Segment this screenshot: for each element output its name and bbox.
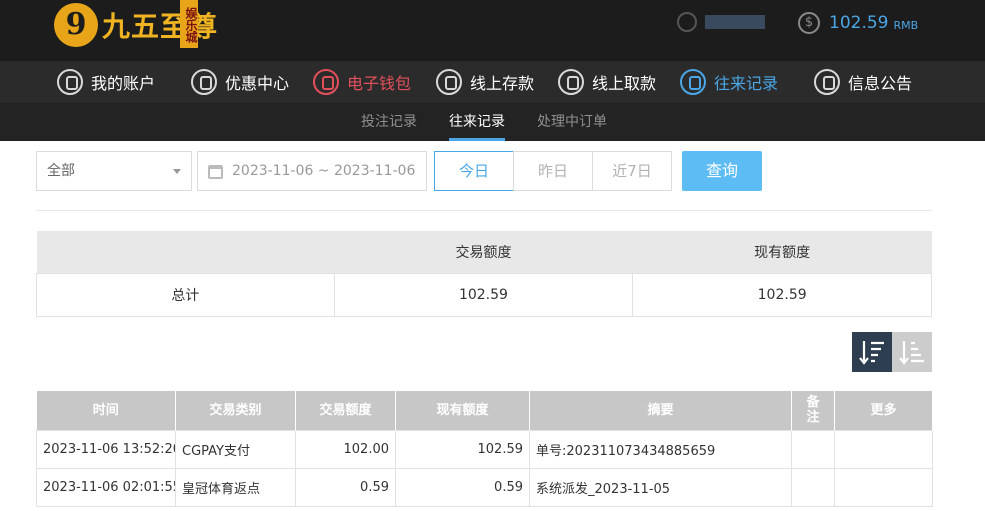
nav-announcements[interactable]: 信息公告 [814,67,912,97]
cell-type: CGPAY支付 [175,429,296,469]
summary-table: 交易额度 现有额度 总计 102.59 102.59 [36,231,932,317]
cell-balance: 102.59 [395,429,530,469]
cell-type: 皇冠体育返点 [175,467,296,507]
logo-subtitle: 娱乐城 [180,0,198,48]
col-header-balance: 现有额度 [395,391,530,430]
cell-amount: 102.00 [295,429,396,469]
bell-icon [814,69,840,95]
records-table: 时间 交易类别 交易额度 现有额度 摘要 备注 更多 2023-11-06 13… [36,391,933,507]
nav-promotions[interactable]: 优惠中心 [191,67,289,97]
cell-summary: 系统派发_2023-11-05 [529,467,792,507]
gift-icon [191,69,217,95]
col-header-amount: 交易额度 [295,391,396,430]
records-icon [680,69,706,95]
nav-label: 线上存款 [470,74,535,93]
user-icon [57,69,83,95]
col-header-more: 更多 [834,391,933,430]
quick-today-button[interactable]: 今日 [434,151,514,191]
dollar-coin-icon: $ [798,12,820,34]
table-row: 2023-11-06 02:01:55 皇冠体育返点 0.59 0.59 系统派… [36,467,933,507]
calendar-icon [208,165,223,179]
top-header: 9 九五至尊 娱乐城 $ 102.59 RMB [0,0,985,61]
nav-label: 电子钱包 [347,74,412,93]
logo-text: 九五至尊 [102,10,219,43]
nav-label: 优惠中心 [225,74,290,93]
nav-label: 信息公告 [848,74,913,93]
user-info[interactable] [677,12,765,32]
withdraw-icon [558,69,584,95]
summary-transaction-amount: 102.59 [333,272,634,317]
cell-time: 2023-11-06 02:01:55 [36,467,176,507]
col-header-remark: 备注 [791,391,835,430]
sort-desc-icon [859,341,884,365]
cell-balance: 0.59 [395,467,530,507]
table-row: 2023-11-06 13:52:20 CGPAY支付 102.00 102.5… [36,429,933,469]
type-select[interactable]: 全部 [36,151,192,191]
tab-pending-orders[interactable]: 处理中订单 [537,103,607,141]
quick-yesterday-button[interactable]: 昨日 [513,151,593,191]
cell-time: 2023-11-06 13:52:20 [36,429,176,469]
username-masked [705,15,765,29]
nav-label: 往来记录 [714,74,779,93]
nav-online-deposit[interactable]: 线上存款 [436,67,534,97]
nav-my-account[interactable]: 我的账户 [57,67,155,97]
divider [36,210,932,211]
wallet-icon [313,69,339,95]
cell-remark [791,429,835,469]
tab-bet-records[interactable]: 投注记录 [361,103,417,141]
summary-total-row: 总计 102.59 102.59 [36,272,932,317]
deposit-icon [436,69,462,95]
nav-label: 线上取款 [592,74,657,93]
cell-amount: 0.59 [295,467,396,507]
nav-label: 我的账户 [91,74,156,93]
summary-header: 交易额度 [334,231,633,273]
records-header-row: 时间 交易类别 交易额度 现有额度 摘要 备注 更多 [36,391,933,430]
nav-transaction-records[interactable]: 往来记录 [680,67,778,97]
col-header-summary: 摘要 [529,391,792,430]
user-avatar-icon [677,12,697,32]
sort-descending-button[interactable] [852,332,892,372]
date-range-input[interactable]: 2023-11-06 ~ 2023-11-06 [197,151,427,191]
cell-summary: 单号:202311073434885659 [529,429,792,469]
sort-asc-icon [899,341,924,365]
tab-transaction-records[interactable]: 往来记录 [449,103,505,141]
nav-e-wallet[interactable]: 电子钱包 [313,67,411,97]
summary-total-label: 总计 [36,272,335,317]
nav-online-withdraw[interactable]: 线上取款 [558,67,656,97]
balance-currency: RMB [893,18,919,32]
cell-remark [791,467,835,507]
date-range-value: 2023-11-06 ~ 2023-11-06 [232,163,416,179]
balance-amount: 102.59 [829,13,889,33]
query-button[interactable]: 查询 [682,151,762,191]
summary-current-amount: 102.59 [632,272,932,317]
balance-display: $ 102.59 RMB [798,12,918,34]
sort-ascending-button[interactable] [892,332,932,372]
col-header-time: 时间 [36,391,176,430]
type-select-value: 全部 [47,163,75,179]
main-nav: 我的账户 优惠中心 电子钱包 线上存款 线上取款 往来记录 信息公告 [0,61,985,103]
quick-7days-button[interactable]: 近7日 [592,151,672,191]
cell-more[interactable] [834,429,933,469]
summary-header [36,231,335,273]
summary-header: 现有额度 [632,231,932,273]
cell-more[interactable] [834,467,933,507]
chevron-down-icon [173,169,181,174]
sub-nav: 投注记录 往来记录 处理中订单 [0,103,985,141]
logo-mark: 9 [54,3,98,47]
summary-header-row: 交易额度 现有额度 [36,231,932,273]
col-header-type: 交易类别 [175,391,296,430]
